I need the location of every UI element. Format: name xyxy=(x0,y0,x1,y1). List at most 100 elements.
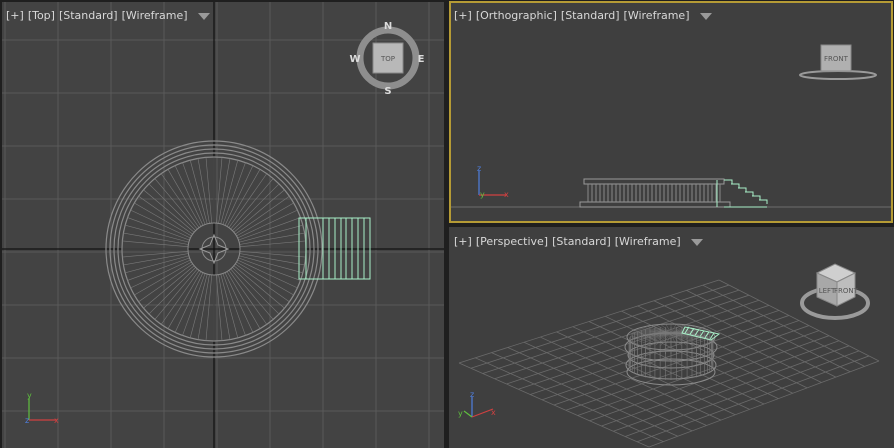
wire-spoke xyxy=(226,169,261,227)
wire-spoke xyxy=(197,158,210,224)
compass-e: E xyxy=(418,54,425,65)
viewport-label-orthographic: [+] [Orthographic] [Standard] [Wireframe… xyxy=(454,9,712,22)
wire-spoke xyxy=(125,224,189,243)
viewcube[interactable]: FRONT xyxy=(799,44,877,80)
viewport-view-menu[interactable]: [Top] xyxy=(28,9,55,22)
compass-s: S xyxy=(384,86,391,97)
viewcube-top-label: TOP xyxy=(380,55,395,63)
wire-spoke xyxy=(220,274,239,338)
wire-spoke xyxy=(226,271,261,329)
axis-tripod: z y x xyxy=(458,390,496,418)
wire-spoke xyxy=(232,183,280,231)
viewcube-front-label: FRONT xyxy=(834,287,859,295)
viewport-menu-plus[interactable]: [+] xyxy=(6,9,24,22)
viewport-shading-menu[interactable]: [Standard] xyxy=(561,9,620,22)
wire-spoke xyxy=(220,160,239,224)
wire-spoke xyxy=(189,160,208,224)
wire-spoke xyxy=(205,274,213,341)
axis-tripod: z y x xyxy=(477,164,509,199)
wire-spoke xyxy=(235,263,290,303)
wire-spoke xyxy=(125,255,189,274)
viewport-label-perspective: [+] [Perspective] [Standard] [Wireframe] xyxy=(454,235,703,248)
wire-spoke xyxy=(123,253,189,266)
wire-spoke xyxy=(239,255,303,274)
grid-line xyxy=(577,330,820,416)
stair-step xyxy=(731,183,740,188)
stair-step xyxy=(738,187,747,192)
stair-step xyxy=(752,195,761,200)
axis-tripod: y z x xyxy=(25,391,59,425)
persp-viewport-canvas[interactable]: LEFTFRONT z y x xyxy=(449,227,894,448)
wire-spoke xyxy=(646,326,672,334)
wire-spoke xyxy=(239,253,305,266)
viewport-menu-plus[interactable]: [+] xyxy=(454,9,472,22)
compass-w: W xyxy=(349,54,360,65)
wire-spoke xyxy=(224,272,254,333)
viewcube[interactable]: LEFTFRONT xyxy=(800,263,870,320)
viewcube-ring xyxy=(799,70,877,80)
wire-spoke xyxy=(205,157,213,224)
wire-spoke xyxy=(218,158,231,224)
axis-x-label: x xyxy=(504,190,509,199)
viewport-menu-plus[interactable]: [+] xyxy=(454,235,472,248)
viewport-mode-menu[interactable]: [Wireframe] xyxy=(615,235,681,248)
wire-spoke xyxy=(239,240,306,248)
wire-spoke xyxy=(235,195,290,235)
axis-y-label: y xyxy=(458,409,463,418)
viewport-top[interactable]: TOP N S E Wy z x [+] [Top] [Standard] [Wirefra… xyxy=(2,2,444,448)
wire-spoke xyxy=(123,232,189,245)
axis-x-line xyxy=(471,408,494,418)
wire-spoke xyxy=(134,261,192,296)
wire-spoke xyxy=(197,274,210,340)
wire-spoke xyxy=(138,195,193,235)
stair-step xyxy=(759,199,768,204)
wire-spoke xyxy=(174,165,204,226)
viewport-shading-menu[interactable]: [Standard] xyxy=(59,9,118,22)
wire-spoke xyxy=(167,169,202,227)
wire-spoke xyxy=(236,202,294,237)
viewport-view-menu[interactable]: [Orthographic] xyxy=(476,9,557,22)
viewport-orthographic[interactable]: FRONT z y x [+] [Orthographic] [Standard] [… xyxy=(449,1,893,223)
wire-spoke xyxy=(174,272,204,333)
axis-y-label: y xyxy=(480,190,485,199)
wire-spoke xyxy=(160,270,200,325)
pavilion-base xyxy=(579,201,731,208)
wire-spoke xyxy=(160,173,200,228)
axis-z-label: z xyxy=(470,390,474,399)
filter-icon[interactable] xyxy=(197,13,210,20)
wire-spoke xyxy=(224,165,254,226)
pavilion-roof xyxy=(583,178,725,185)
wire-spoke xyxy=(239,224,303,243)
viewcube[interactable]: TOP N S E W xyxy=(349,21,424,97)
wire-spoke xyxy=(228,173,268,228)
stair-step xyxy=(724,179,733,184)
axis-x-label: x xyxy=(54,416,59,425)
wire-spoke xyxy=(134,202,192,237)
wire-spoke xyxy=(130,209,191,239)
perspective-grid xyxy=(458,279,880,448)
grid-line xyxy=(601,340,840,427)
top-viewport-canvas[interactable]: TOP N S E Wy z x xyxy=(2,2,444,448)
grid-line xyxy=(613,345,850,432)
ortho-viewport-canvas[interactable]: FRONT z y x xyxy=(451,3,891,221)
wire-spoke xyxy=(236,261,294,296)
viewport-mode-menu[interactable]: [Wireframe] xyxy=(122,9,188,22)
viewport-view-menu[interactable]: [Perspective] xyxy=(476,235,548,248)
wire-spoke xyxy=(232,267,280,315)
axis-y-label: y xyxy=(27,391,32,400)
filter-icon[interactable] xyxy=(699,13,712,20)
axis-z-label: z xyxy=(477,164,481,173)
axis-x-label: x xyxy=(491,408,496,417)
wire-spoke xyxy=(218,274,231,340)
axis-z-label: z xyxy=(25,416,29,425)
viewport-perspective[interactable]: LEFT FRONT z y x [+] [Perspective] [Standard… xyxy=(449,227,894,448)
stair-step xyxy=(745,191,754,196)
wire-spoke xyxy=(189,274,208,338)
wire-spoke xyxy=(237,259,298,289)
wire-spoke xyxy=(148,183,196,231)
compass-n: N xyxy=(384,21,392,32)
round-pavilion-object[interactable] xyxy=(579,178,731,208)
filter-icon[interactable] xyxy=(690,239,703,246)
viewport-mode-menu[interactable]: [Wireframe] xyxy=(624,9,690,22)
viewport-shading-menu[interactable]: [Standard] xyxy=(552,235,611,248)
